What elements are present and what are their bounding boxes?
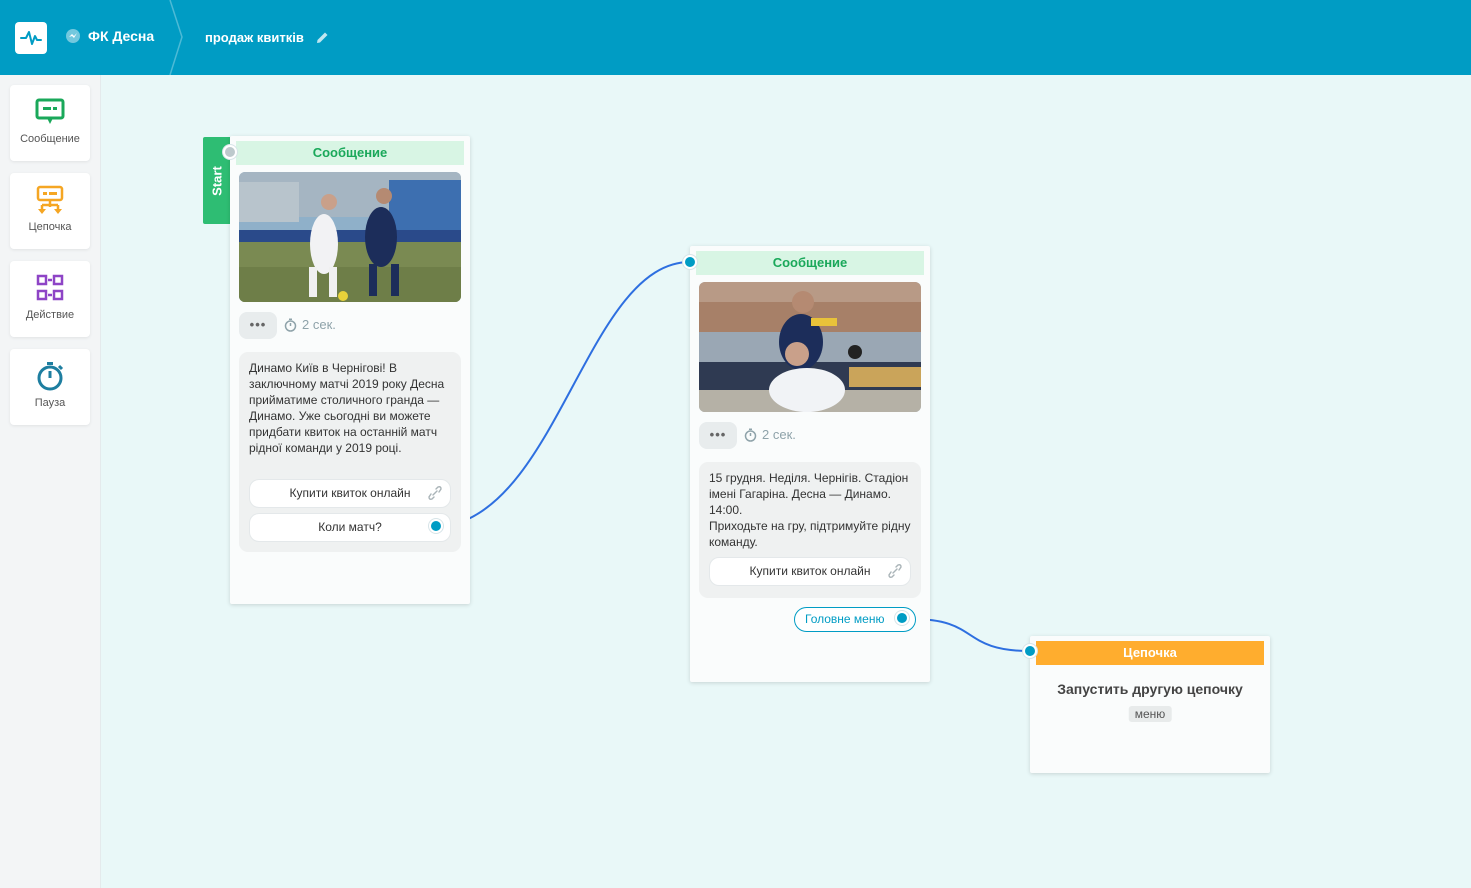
input-port[interactable] <box>683 255 697 269</box>
delay-indicator[interactable]: 2 сек. <box>744 427 796 442</box>
messenger-icon <box>66 29 80 43</box>
app-logo[interactable] <box>15 22 47 54</box>
message-node-1[interactable]: Сообщение ••• 2 сек. Динамо Київ в Черні… <box>223 136 470 604</box>
button-label: Купити квиток онлайн <box>749 564 871 578</box>
delay-value: 2 сек. <box>302 317 336 332</box>
flow-title-text: продаж квитків <box>205 30 304 45</box>
timer-icon <box>10 359 90 393</box>
bot-name: ФК Десна <box>88 28 155 44</box>
message-text: Динамо Київ в Чернігові! В заключному ма… <box>249 361 445 455</box>
pulse-icon <box>20 31 42 45</box>
node-header: Цепочка <box>1036 641 1264 665</box>
tool-label: Пауза <box>34 397 66 409</box>
edit-pencil-icon[interactable] <box>316 31 329 44</box>
chain-tag[interactable]: меню <box>1128 706 1172 722</box>
node-header: Сообщение <box>696 251 924 275</box>
tool-action[interactable]: Действие <box>10 261 90 337</box>
match-photo <box>239 172 461 302</box>
input-port[interactable] <box>1023 644 1037 658</box>
output-port[interactable] <box>429 519 443 533</box>
delay-value: 2 сек. <box>762 427 796 442</box>
message-text: 15 грудня. Неділя. Чернігів. Стадіон іме… <box>709 471 911 549</box>
input-port[interactable] <box>223 145 237 159</box>
chain-subtitle: Запустить другую цепочку <box>1057 681 1243 697</box>
message-icon <box>10 95 90 129</box>
chain-node[interactable]: Цепочка Запустить другую цепочку меню <box>1023 636 1270 773</box>
tool-message[interactable]: Сообщение <box>10 85 90 161</box>
breadcrumb-separator <box>169 0 183 75</box>
tool-label: Действие <box>25 309 75 321</box>
tool-label: Сообщение <box>20 133 80 145</box>
action-icon <box>10 271 90 305</box>
quick-reply-label: Головне меню <box>805 612 885 626</box>
delay-indicator[interactable]: 2 сек. <box>284 317 336 332</box>
tool-pause[interactable]: Пауза <box>10 349 90 425</box>
more-options-button[interactable]: ••• <box>239 312 277 339</box>
bot-selector[interactable]: ФК Десна <box>66 28 154 44</box>
link-icon <box>428 486 442 500</box>
message-node-2[interactable]: Сообщение ••• 2 сек. 15 грудня. Неділя. … <box>683 246 930 682</box>
node-header: Сообщение <box>236 141 464 165</box>
buy-ticket-button[interactable]: Купити квиток онлайн <box>249 479 451 508</box>
tools-sidebar: Сообщение Цепочка Действие Пауза <box>0 75 101 888</box>
tool-label: Цепочка <box>28 221 72 233</box>
button-label: Коли матч? <box>318 520 382 534</box>
when-match-button[interactable]: Коли матч? <box>249 513 451 542</box>
message-bubble[interactable]: 15 грудня. Неділя. Чернігів. Стадіон іме… <box>699 462 921 598</box>
stopwatch-icon <box>284 318 297 332</box>
buy-ticket-button[interactable]: Купити квиток онлайн <box>709 557 911 586</box>
link-icon <box>888 564 902 578</box>
match-photo <box>699 282 921 412</box>
message-bubble[interactable]: Динамо Київ в Чернігові! В заключному ма… <box>239 352 461 552</box>
output-port[interactable] <box>895 611 909 625</box>
stopwatch-icon <box>744 428 757 442</box>
chain-icon <box>10 183 90 217</box>
more-options-button[interactable]: ••• <box>699 422 737 449</box>
tool-chain[interactable]: Цепочка <box>10 173 90 249</box>
start-label: Start <box>209 165 224 196</box>
button-label: Купити квиток онлайн <box>289 486 411 500</box>
flow-title[interactable]: продаж квитків <box>205 30 329 45</box>
top-bar: ФК Десна продаж квитків <box>0 0 1471 75</box>
